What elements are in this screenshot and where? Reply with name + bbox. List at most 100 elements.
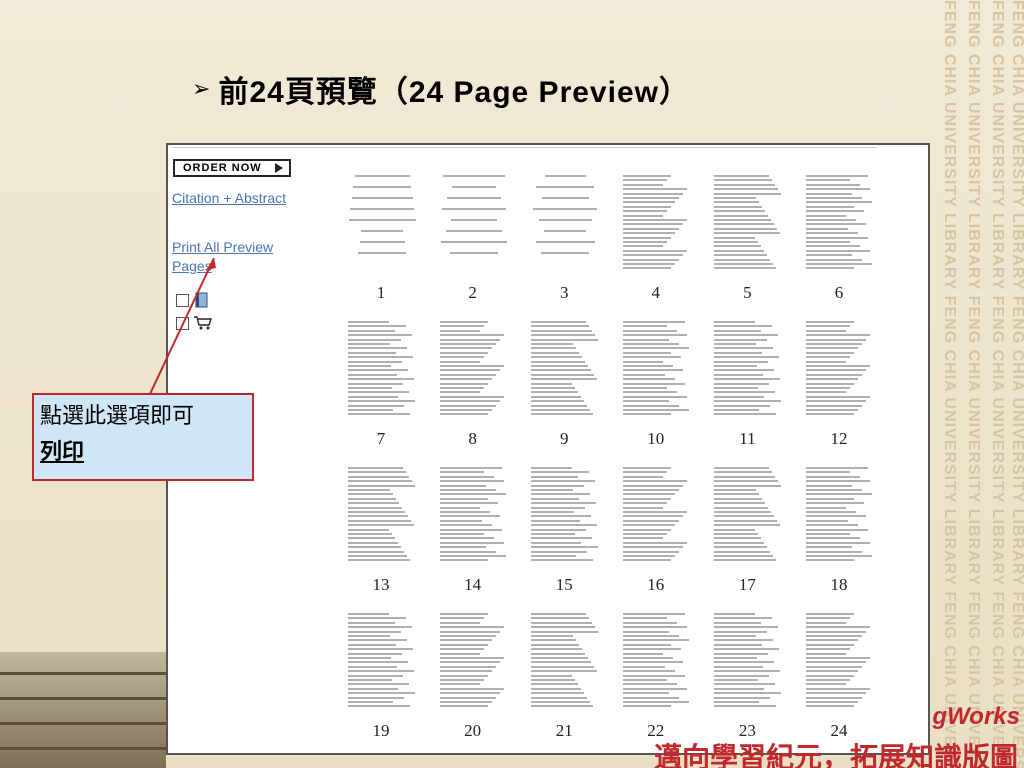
text-line bbox=[531, 404, 588, 407]
text-line bbox=[806, 621, 846, 624]
page-thumbnail[interactable]: 15 bbox=[519, 457, 609, 602]
text-line bbox=[806, 267, 854, 270]
page-thumbnail[interactable]: 8 bbox=[428, 311, 518, 456]
text-line bbox=[806, 705, 854, 708]
divider bbox=[172, 147, 877, 148]
page-thumbnail[interactable]: 20 bbox=[428, 603, 518, 748]
text-line bbox=[622, 223, 683, 226]
page-thumbnail[interactable]: 19 bbox=[336, 603, 426, 748]
text-line bbox=[622, 692, 669, 695]
text-line bbox=[348, 519, 411, 522]
page-thumbnail[interactable]: 13 bbox=[336, 457, 426, 602]
text-line bbox=[714, 484, 782, 487]
order-now-button[interactable]: ORDER NOW bbox=[173, 159, 291, 177]
page-thumbnail[interactable]: 6 bbox=[794, 165, 884, 310]
page-thumbnail[interactable]: 12 bbox=[794, 311, 884, 456]
page-thumbnail[interactable]: 18 bbox=[794, 457, 884, 602]
text-line bbox=[541, 252, 590, 254]
text-line bbox=[806, 467, 868, 469]
text-line bbox=[806, 192, 852, 195]
checkbox[interactable] bbox=[176, 316, 189, 330]
text-line bbox=[806, 701, 858, 703]
page-thumbnail[interactable]: 24 bbox=[794, 603, 884, 748]
library-building-image bbox=[0, 652, 166, 768]
text-line bbox=[531, 687, 582, 690]
text-line bbox=[714, 480, 779, 483]
text-line bbox=[622, 643, 671, 646]
text-line bbox=[531, 467, 573, 469]
text-line bbox=[531, 661, 592, 664]
page-thumbnail[interactable]: 11 bbox=[702, 311, 792, 456]
text-line bbox=[622, 533, 667, 535]
page-number: 5 bbox=[743, 283, 752, 302]
page-thumbnail[interactable]: 22 bbox=[611, 603, 701, 748]
text-line bbox=[351, 197, 413, 199]
text-line bbox=[439, 484, 486, 487]
citation-abstract-link[interactable]: Citation + Abstract bbox=[172, 189, 292, 208]
text-line bbox=[806, 652, 846, 655]
text-line bbox=[439, 400, 500, 403]
page-number: 13 bbox=[372, 575, 390, 594]
text-line bbox=[806, 343, 862, 345]
text-line bbox=[531, 347, 577, 350]
print-all-preview-pages-link[interactable]: Print All Preview Pages bbox=[172, 238, 292, 276]
text-line bbox=[348, 679, 392, 681]
text-line bbox=[544, 175, 586, 177]
text-line bbox=[622, 559, 671, 562]
page-thumbnail[interactable]: 5 bbox=[702, 165, 792, 310]
text-line bbox=[348, 502, 399, 505]
page-thumbnail[interactable]: 3 bbox=[519, 165, 609, 310]
text-line bbox=[714, 263, 774, 265]
page-thumbnail[interactable]: 7 bbox=[336, 311, 426, 456]
text-line bbox=[348, 325, 406, 328]
text-line bbox=[806, 687, 870, 690]
callout-box: 點選此選項即可 列印 bbox=[32, 393, 254, 481]
book-icon[interactable] bbox=[193, 291, 211, 309]
page-thumbnail[interactable]: 16 bbox=[611, 457, 701, 602]
page-thumbnail[interactable]: 4 bbox=[611, 165, 701, 310]
text-line bbox=[714, 705, 777, 708]
text-line bbox=[348, 670, 414, 673]
text-line bbox=[714, 232, 781, 235]
text-line bbox=[714, 674, 770, 677]
text-line bbox=[622, 232, 675, 235]
text-line bbox=[348, 639, 407, 642]
text-line bbox=[348, 701, 393, 703]
text-line bbox=[806, 369, 866, 372]
text-line bbox=[531, 382, 573, 385]
page-thumbnail[interactable]: 21 bbox=[519, 603, 609, 748]
text-line bbox=[806, 555, 872, 557]
page-thumbnail-image bbox=[622, 609, 691, 709]
text-line bbox=[622, 484, 683, 487]
checkbox[interactable] bbox=[176, 293, 189, 307]
text-line bbox=[806, 537, 860, 540]
text-line bbox=[714, 351, 763, 354]
text-line bbox=[439, 343, 496, 345]
page-thumbnail[interactable]: 10 bbox=[611, 311, 701, 456]
page-thumbnail[interactable]: 9 bbox=[519, 311, 609, 456]
page-thumbnail[interactable]: 14 bbox=[428, 457, 518, 602]
page-thumbnail-image bbox=[531, 463, 600, 563]
text-line bbox=[348, 489, 390, 491]
page-thumbnail[interactable]: 23 bbox=[702, 603, 792, 748]
text-line bbox=[714, 409, 760, 411]
text-line bbox=[806, 519, 848, 522]
text-line bbox=[531, 343, 574, 345]
text-line bbox=[531, 329, 593, 332]
text-line bbox=[622, 175, 671, 177]
text-line bbox=[348, 683, 409, 686]
page-thumbnail[interactable]: 1 bbox=[336, 165, 426, 310]
text-line bbox=[348, 484, 415, 487]
page-thumbnail[interactable]: 2 bbox=[428, 165, 518, 310]
text-line bbox=[714, 630, 768, 633]
text-line bbox=[714, 550, 771, 553]
text-line bbox=[439, 630, 500, 633]
text-line bbox=[714, 519, 778, 522]
text-line bbox=[354, 175, 410, 177]
cart-icon[interactable] bbox=[193, 315, 213, 331]
page-thumbnail[interactable]: 17 bbox=[702, 457, 792, 602]
text-line bbox=[439, 365, 504, 367]
text-line bbox=[714, 489, 757, 491]
text-line bbox=[622, 661, 683, 664]
text-line bbox=[714, 373, 764, 376]
